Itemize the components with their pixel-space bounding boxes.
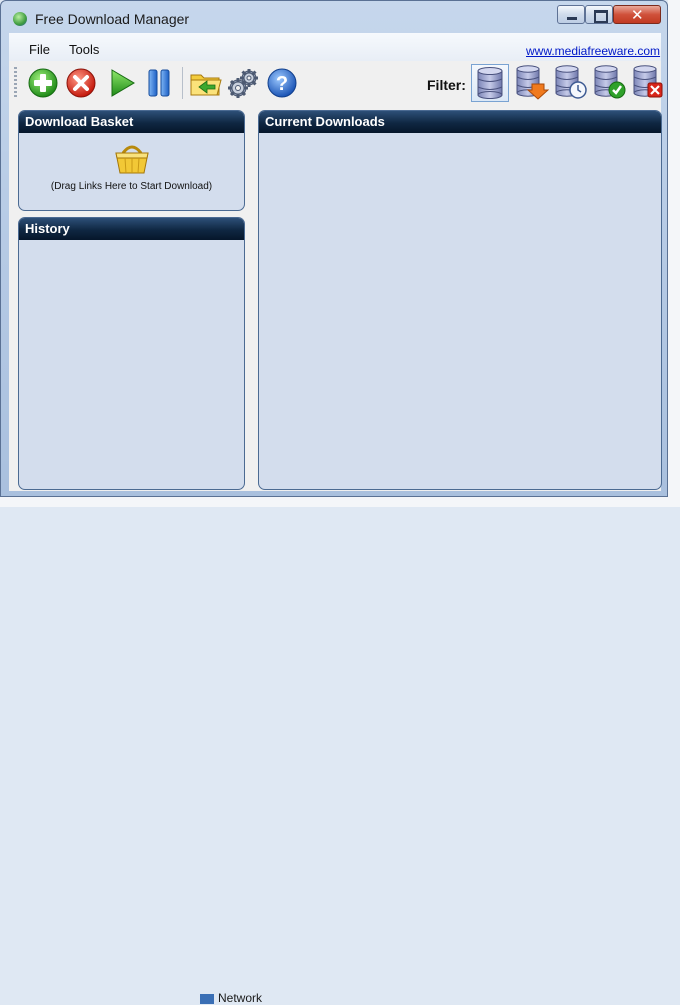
app-globe-icon — [13, 12, 27, 26]
background-desktop — [668, 0, 680, 507]
completed-icon — [594, 65, 626, 99]
filter-failed-button[interactable] — [630, 64, 668, 102]
network-label: Network — [218, 991, 263, 1005]
toolbar-grip[interactable] — [14, 67, 17, 99]
filter-completed-button[interactable] — [591, 64, 629, 102]
svg-text:?: ? — [276, 73, 288, 95]
client-area: File Tools www.mediafreeware.com ? Filte… — [9, 33, 663, 491]
history-panel[interactable]: History — [18, 217, 245, 490]
network-item: Network — [200, 991, 262, 1005]
all-downloads-icon — [477, 67, 503, 99]
pause-download-button[interactable] — [143, 67, 175, 99]
history-title: History — [19, 218, 244, 240]
settings-icon — [228, 69, 258, 98]
filter-label: Filter: — [427, 77, 466, 93]
current-downloads-title: Current Downloads — [259, 111, 661, 133]
delete-icon — [66, 68, 96, 98]
add-icon — [28, 68, 58, 98]
minimize-button[interactable] — [557, 5, 585, 24]
downloading-icon — [516, 65, 550, 100]
network-icon — [200, 993, 214, 1004]
menu-file[interactable]: File — [29, 42, 50, 57]
help-button[interactable]: ? — [266, 67, 298, 99]
add-download-button[interactable] — [27, 67, 59, 99]
scheduled-icon — [555, 65, 587, 99]
pause-icon — [148, 69, 170, 97]
close-icon: ✕ — [631, 6, 644, 24]
failed-icon — [633, 65, 663, 98]
filter-downloading-button[interactable] — [513, 64, 551, 102]
help-icon: ? — [267, 68, 297, 98]
app-window: Free Download Manager ✕ File Tools www.m… — [0, 0, 668, 497]
delete-download-button[interactable] — [65, 67, 97, 99]
filter-scheduled-button[interactable] — [552, 64, 590, 102]
menu-tools[interactable]: Tools — [69, 42, 99, 57]
toolbar-separator — [182, 67, 183, 99]
open-folder-button[interactable] — [189, 67, 222, 99]
download-basket-panel[interactable]: Download Basket (Drag Links Here to Star… — [18, 110, 245, 211]
start-icon — [111, 69, 135, 97]
filter-all-button[interactable] — [471, 64, 509, 102]
website-link[interactable]: www.mediafreeware.com — [526, 44, 660, 58]
title-bar[interactable]: Free Download Manager ✕ — [1, 1, 667, 33]
maximize-button[interactable] — [585, 5, 613, 24]
basket-icon — [113, 141, 151, 175]
open-folder-icon — [190, 74, 222, 96]
minimize-icon — [567, 17, 577, 20]
basket-hint-text: (Drag Links Here to Start Download) — [50, 181, 213, 192]
current-downloads-panel[interactable]: Current Downloads — [258, 110, 662, 490]
close-button[interactable]: ✕ — [613, 5, 661, 24]
maximize-icon — [594, 10, 608, 23]
toolbar: ? Filter: — [9, 61, 663, 105]
menu-bar: File Tools www.mediafreeware.com — [9, 33, 661, 61]
start-download-button[interactable] — [106, 67, 138, 99]
window-title: Free Download Manager — [35, 11, 190, 27]
download-basket-title: Download Basket — [19, 111, 244, 133]
settings-button[interactable] — [227, 67, 259, 99]
